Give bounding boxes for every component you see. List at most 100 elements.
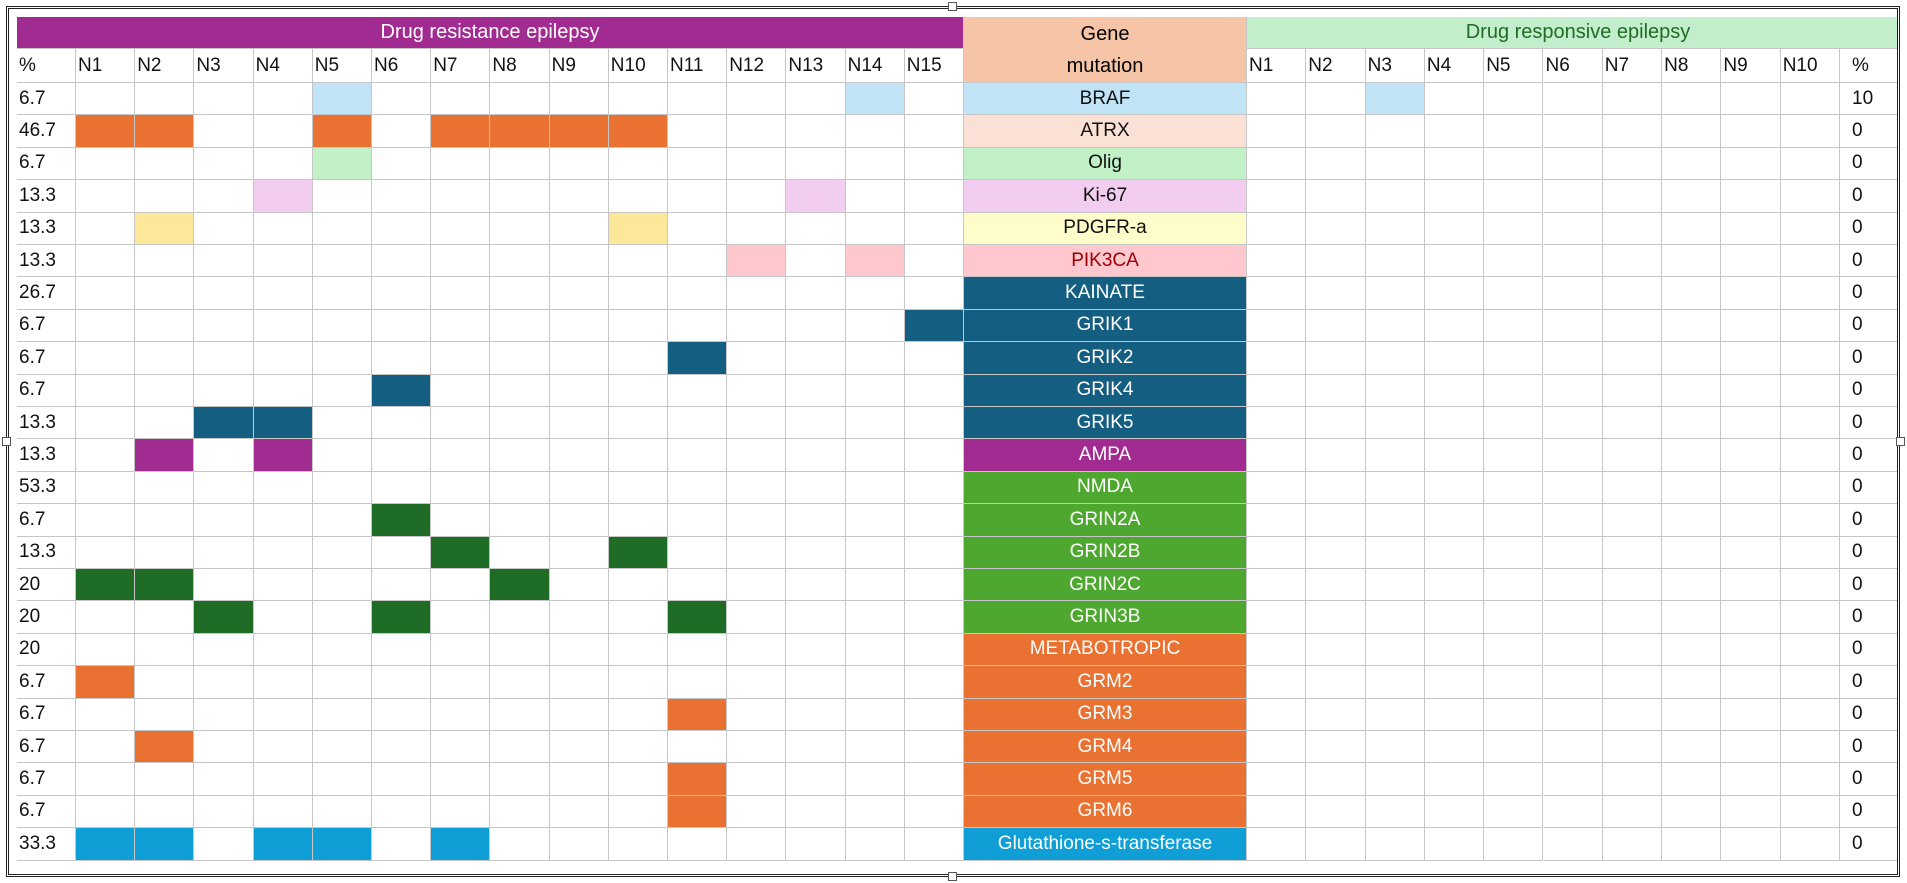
table-cell[interactable] <box>312 342 372 375</box>
table-cell[interactable] <box>668 471 728 505</box>
table-cell[interactable] <box>1602 795 1663 829</box>
table-cell[interactable] <box>194 115 254 148</box>
table-cell[interactable] <box>1543 83 1603 116</box>
table-cell[interactable] <box>1247 115 1307 148</box>
table-cell[interactable] <box>1424 471 1485 505</box>
table-cell[interactable] <box>1484 245 1544 278</box>
table-cell[interactable] <box>608 245 668 278</box>
table-cell[interactable] <box>727 569 787 602</box>
table-cell[interactable] <box>1721 374 1781 407</box>
resize-handle-left[interactable] <box>2 437 11 446</box>
table-cell[interactable] <box>608 309 668 343</box>
table-cell[interactable] <box>194 212 254 245</box>
table-cell[interactable] <box>76 147 136 181</box>
table-cell[interactable] <box>1662 763 1722 796</box>
table-cell[interactable] <box>1780 601 1840 634</box>
table-cell[interactable] <box>76 309 136 343</box>
table-cell[interactable] <box>668 633 728 667</box>
table-cell[interactable] <box>1662 828 1722 861</box>
table-cell[interactable] <box>490 180 550 213</box>
table-cell[interactable] <box>1602 698 1663 731</box>
table-cell[interactable] <box>549 83 609 116</box>
table-cell[interactable] <box>608 342 668 375</box>
table-cell[interactable] <box>608 504 668 537</box>
table-cell[interactable] <box>1780 731 1840 764</box>
table-cell[interactable] <box>490 536 550 569</box>
mutation-mark-grm6-n11[interactable] <box>668 795 728 829</box>
table-cell[interactable] <box>845 828 905 861</box>
table-cell[interactable] <box>1543 536 1603 569</box>
table-cell[interactable] <box>490 277 550 310</box>
table-cell[interactable] <box>727 828 787 861</box>
table-cell[interactable] <box>1721 245 1781 278</box>
table-cell[interactable] <box>845 374 905 407</box>
table-cell[interactable] <box>431 504 491 537</box>
table-cell[interactable] <box>1247 504 1307 537</box>
table-cell[interactable] <box>253 83 313 116</box>
table-cell[interactable] <box>786 115 846 148</box>
mutation-mark-pik3ca-n14[interactable] <box>845 245 905 278</box>
table-cell[interactable] <box>845 536 905 569</box>
table-cell[interactable] <box>135 309 195 343</box>
table-cell[interactable] <box>549 471 609 505</box>
table-cell[interactable] <box>608 795 668 829</box>
table-cell[interactable] <box>76 601 136 634</box>
table-cell[interactable] <box>1484 698 1544 731</box>
table-cell[interactable] <box>1306 601 1366 634</box>
table-cell[interactable] <box>431 439 491 472</box>
table-cell[interactable] <box>1602 147 1663 181</box>
table-cell[interactable] <box>194 342 254 375</box>
table-cell[interactable] <box>727 698 787 731</box>
table-cell[interactable] <box>1780 180 1840 213</box>
table-cell[interactable] <box>1662 569 1722 602</box>
table-cell[interactable] <box>372 180 432 213</box>
table-cell[interactable] <box>431 83 491 116</box>
resize-handle-bottom[interactable] <box>948 872 957 881</box>
table-cell[interactable] <box>845 569 905 602</box>
table-cell[interactable] <box>1543 309 1603 343</box>
table-cell[interactable] <box>1721 309 1781 343</box>
mutation-mark-atrx-n2[interactable] <box>135 115 195 148</box>
table-cell[interactable] <box>1306 342 1366 375</box>
table-cell[interactable] <box>1721 147 1781 181</box>
table-cell[interactable] <box>608 147 668 181</box>
table-cell[interactable] <box>372 633 432 667</box>
table-cell[interactable] <box>372 245 432 278</box>
table-cell[interactable] <box>431 633 491 667</box>
table-cell[interactable] <box>135 147 195 181</box>
table-cell[interactable] <box>1365 277 1425 310</box>
table-cell[interactable] <box>786 309 846 343</box>
table-cell[interactable] <box>312 471 372 505</box>
table-cell[interactable] <box>135 633 195 667</box>
table-cell[interactable] <box>608 374 668 407</box>
table-cell[interactable] <box>845 666 905 699</box>
table-cell[interactable] <box>786 212 846 245</box>
table-cell[interactable] <box>1306 763 1366 796</box>
table-cell[interactable] <box>1484 342 1544 375</box>
table-cell[interactable] <box>1247 147 1307 181</box>
table-cell[interactable] <box>490 633 550 667</box>
table-cell[interactable] <box>372 795 432 829</box>
table-cell[interactable] <box>727 536 787 569</box>
table-cell[interactable] <box>1365 698 1425 731</box>
table-cell[interactable] <box>1365 212 1425 245</box>
table-cell[interactable] <box>1484 147 1544 181</box>
table-cell[interactable] <box>1484 407 1544 440</box>
table-cell[interactable] <box>1484 633 1544 667</box>
table-cell[interactable] <box>904 504 964 537</box>
table-cell[interactable] <box>608 698 668 731</box>
table-cell[interactable] <box>76 439 136 472</box>
table-cell[interactable] <box>1484 601 1544 634</box>
table-cell[interactable] <box>845 698 905 731</box>
mutation-mark-grm4-n2[interactable] <box>135 731 195 764</box>
table-cell[interactable] <box>1424 407 1485 440</box>
table-cell[interactable] <box>1602 828 1663 861</box>
table-cell[interactable] <box>727 147 787 181</box>
mutation-mark-grin3b-n3[interactable] <box>194 601 254 634</box>
table-cell[interactable] <box>490 795 550 829</box>
table-cell[interactable] <box>1365 763 1425 796</box>
table-cell[interactable] <box>490 245 550 278</box>
table-cell[interactable] <box>372 407 432 440</box>
table-cell[interactable] <box>1365 342 1425 375</box>
table-cell[interactable] <box>786 277 846 310</box>
